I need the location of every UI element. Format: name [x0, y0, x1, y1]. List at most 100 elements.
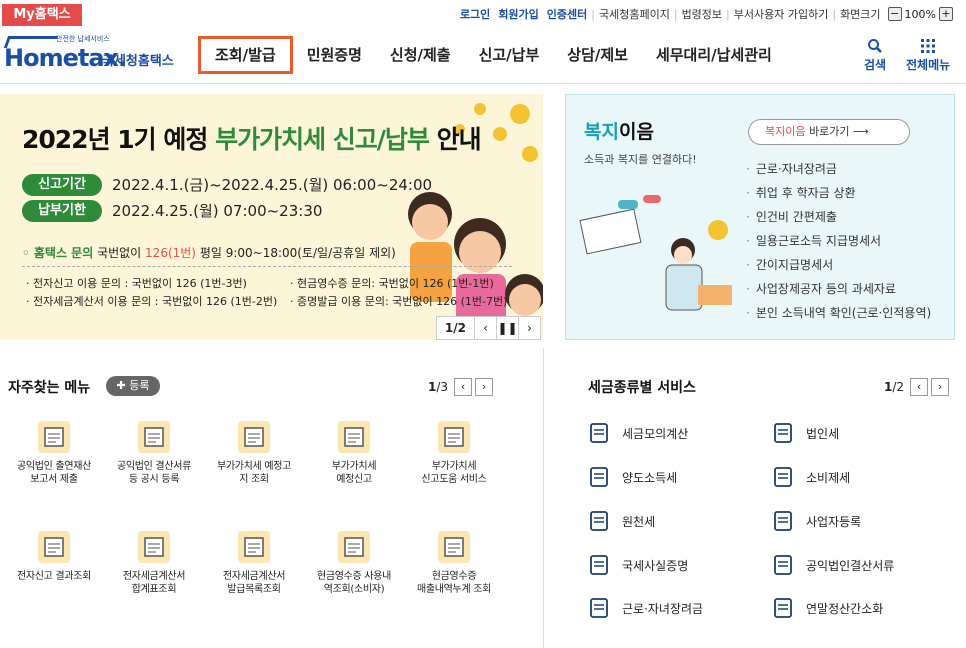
welfare-btn-arrow: 바로가기 ⟶ [805, 125, 869, 138]
tax-service-item[interactable]: 법인세 [772, 422, 839, 444]
tax-prev-button[interactable]: ‹ [910, 378, 929, 396]
frequent-menu-item[interactable]: 부가가치세 신고도움 서비스 [404, 420, 504, 486]
frequent-menu-item[interactable]: 현금영수증 매출내역누계 조회 [404, 530, 504, 596]
dept-user-join-link[interactable]: 부서사용자 가입하기 [730, 6, 833, 22]
invoice-list-icon [238, 531, 270, 563]
welfare-item[interactable]: 일용근로소득 지급명세서 [746, 229, 931, 253]
frequent-menu-item[interactable]: 전자세금계산서 합계표조회 [104, 530, 204, 596]
tax-service-item[interactable]: 소비제세 [772, 466, 850, 488]
diamond-icon [774, 467, 792, 487]
banner-prev-button[interactable]: ‹ [474, 317, 496, 339]
frequent-menu-item[interactable]: 공익법인 결산서류 등 공시 등록 [104, 420, 204, 486]
calendar-doc-icon [138, 421, 170, 453]
welfare-item[interactable]: 취업 후 학자금 상환 [746, 181, 931, 205]
frequent-prev-button[interactable]: ‹ [454, 378, 473, 396]
utility-links: 로그인 회원가입 인증센터 | 국세청홈페이지 | 법령정보 | 부서사용자 가… [456, 6, 956, 22]
frequent-menu-label: 공익법인 출연재산 보고서 제출 [16, 461, 92, 485]
doc-sal-icon [590, 511, 608, 531]
frequent-menu-item[interactable]: 공익법인 출연재산 보고서 제출 [4, 420, 104, 486]
hometax-logo[interactable]: 안전한 납세서비스 Hometax. 국세청홈택스 [3, 34, 184, 74]
nav-report-pay[interactable]: 신고/납부 [465, 36, 554, 74]
banner-next-button[interactable]: › [518, 317, 540, 339]
pay-deadline-pill: 납부기한 [22, 200, 102, 222]
login-link[interactable]: 로그인 [456, 6, 494, 22]
tax-next-button[interactable]: › [931, 378, 950, 396]
logo-subtext: 국세청홈택스 [102, 54, 174, 69]
search-button[interactable]: 검색 [864, 36, 886, 73]
nav-tax-agent[interactable]: 세무대리/납세관리 [642, 36, 786, 74]
nts-homepage-link[interactable]: 국세청홈페이지 [595, 6, 674, 22]
all-menu-button[interactable]: 전체메뉴 [906, 36, 950, 73]
nav-inquiry-issue[interactable]: 조회/발급 [198, 36, 293, 74]
welfare-btn-label: 복지이음 [765, 125, 806, 138]
frequent-menu-item[interactable]: 전자신고 결과조회 [4, 530, 104, 583]
nav-civil-cert[interactable]: 민원증명 [293, 36, 376, 74]
welfare-item[interactable]: 간이지급명세서 [746, 253, 931, 277]
nav-apply-submit[interactable]: 신청/제출 [376, 36, 465, 74]
tax-service-item[interactable]: 연말정산간소화 [772, 597, 883, 619]
banner-title-b: 부가가치세 신고/납부 [215, 125, 430, 154]
tax-service-item[interactable]: 근로·자녀장려금 [588, 597, 703, 619]
tax-service-item[interactable]: 공익법인결산서류 [772, 554, 894, 576]
tax-page-indicator: 1/2 [884, 380, 905, 394]
frequent-menu-item[interactable]: 부가가치세 예정신고 [304, 420, 404, 486]
inquiry-line: ◦ 홈택스 문의 국번없이 126(1번) 평일 9:00~18:00(토/일/… [22, 244, 396, 261]
law-info-link[interactable]: 법령정보 [678, 6, 726, 22]
vat-notice-banner[interactable]: 2022년 1기 예정 부가가치세 신고/납부 안내 신고기간 2022.4.1… [0, 94, 543, 340]
welfare-title: 복지이음 [584, 117, 654, 144]
register-button[interactable]: ✚ 등록 [106, 376, 160, 396]
inquiry-text: 국번없이 [93, 246, 146, 260]
report-period-pill: 신고기간 [22, 174, 102, 196]
cash-receipt-icon [338, 531, 370, 563]
frequent-next-button[interactable]: › [475, 378, 494, 396]
tax-service-item[interactable]: 국세사실증명 [588, 554, 688, 576]
certificate-icon [590, 555, 608, 575]
clipboard-check-icon [774, 555, 792, 575]
nav-consult-report[interactable]: 상담/제보 [553, 36, 642, 74]
tax-service-label: 공익법인결산서류 [806, 558, 895, 573]
inquiry-number: 126(1번) [145, 246, 196, 260]
join-link[interactable]: 회원가입 [494, 6, 542, 22]
frequent-pager: 1/3 ‹ › [428, 378, 494, 396]
welfare-illustration [579, 195, 732, 311]
tax-service-item[interactable]: 세금모의계산 [588, 422, 688, 444]
inquiry-label: 홈택스 문의 [33, 246, 94, 260]
tax-service-item[interactable]: 양도소득세 [588, 466, 677, 488]
logo-tagline: 안전한 납세서비스 [56, 35, 110, 43]
inquiry-cash-receipt: · 현금영수증 문의: 국번없이 126 (1번-1번) [290, 277, 494, 290]
welfare-shortcut-button[interactable]: 복지이음 바로가기 ⟶ [748, 119, 910, 145]
welfare-link-box: 복지이음 소득과 복지를 연결하다! 복지이음 바로가기 ⟶ 근로·자녀장려금 … [565, 94, 955, 340]
tax-service-item[interactable]: 원천세 [588, 510, 655, 532]
inquiry-details: · 전자신고 이용 문의 : 국번없이 126 (1번-3번) · 현금영수증 … [22, 266, 512, 310]
all-menu-label: 전체메뉴 [906, 58, 951, 72]
tax-service-item[interactable]: 사업자등록 [772, 510, 861, 532]
welfare-item[interactable]: 근로·자녀장려금 [746, 157, 931, 181]
vat-doc-icon [338, 421, 370, 453]
invoice-doc-icon [138, 531, 170, 563]
frequent-menu-item[interactable]: 전자세금계산서 발급목록조회 [204, 530, 304, 596]
welfare-title-b: 이음 [618, 121, 654, 143]
welfare-item[interactable]: 인건비 간편제출 [746, 205, 931, 229]
frequent-menu-item[interactable]: 부가가치세 예정고 지 조회 [204, 420, 304, 486]
banner-page-indicator: 1/2 [444, 321, 466, 335]
frequent-menu-label: 전자세금계산서 합계표조회 [122, 571, 186, 595]
banner-title-c: 안내 [428, 125, 482, 154]
tax-service-label: 세금모의계산 [622, 426, 689, 441]
frequent-menu-label: 전자신고 결과조회 [16, 571, 92, 582]
search-icon [868, 39, 882, 53]
document-edit-icon [590, 467, 608, 487]
calculator-icon [590, 423, 608, 443]
cert-center-link[interactable]: 인증센터 [543, 6, 591, 22]
frequent-menu-label: 부가가치세 신고도움 서비스 [421, 461, 487, 485]
zoom-out-button[interactable]: − [887, 7, 902, 21]
inquiry-hours: 평일 9:00~18:00(토/일/공휴일 제외) [196, 246, 396, 260]
banner-pause-button[interactable]: ❚❚ [496, 317, 518, 339]
zoom-in-button[interactable]: + [939, 7, 953, 21]
tax-service-label: 연말정산간소화 [806, 601, 884, 616]
welfare-item[interactable]: 본인 소득내역 확인(근로·인적용역) [746, 301, 931, 325]
frequent-menu-item[interactable]: 현금영수증 사용내 역조회(소비자) [304, 530, 404, 596]
welfare-item[interactable]: 사업장제공자 등의 과세자료 [746, 277, 931, 301]
my-hometax-button[interactable]: My홈택스 [2, 4, 82, 26]
tax-service-title: 세금종류별 서비스 [588, 380, 696, 396]
frequent-menu-label: 부가가치세 예정신고 [331, 461, 377, 485]
